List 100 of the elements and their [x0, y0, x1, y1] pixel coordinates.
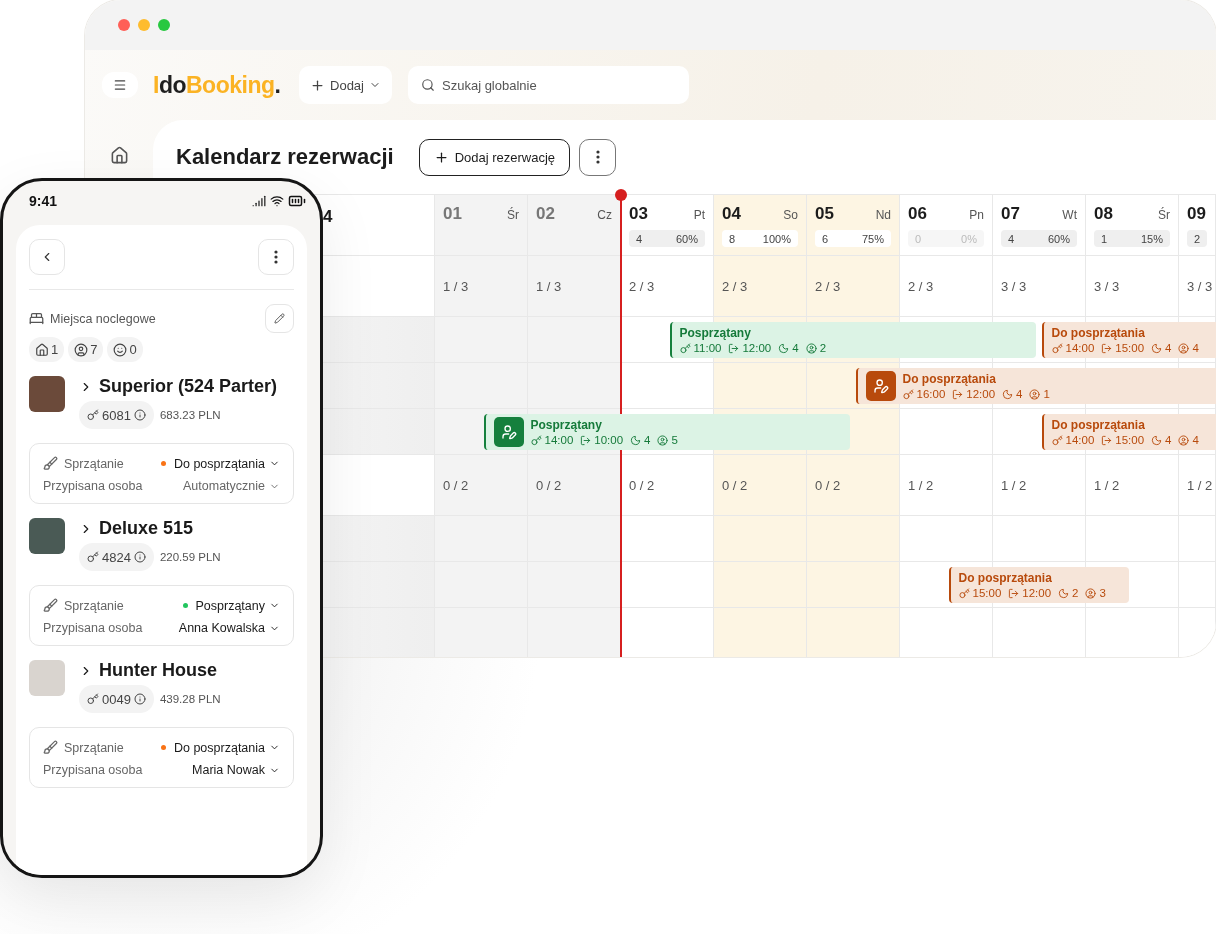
more-icon [274, 250, 278, 264]
weekday: Pn [969, 208, 984, 222]
checkout-time: 12:00 [742, 342, 772, 354]
checkout-time: 15:00 [1115, 434, 1145, 446]
availability-cell: 2 / 3 [807, 256, 900, 316]
reservation-status: Posprzątany [530, 418, 603, 432]
person-icon [657, 434, 669, 446]
minimize-icon[interactable] [138, 19, 150, 31]
nights-count: 2 [1072, 587, 1079, 599]
reservation-bar[interactable]: Posprzątany 14:00 10:00 4 5 [483, 414, 850, 450]
cleaning-label: Sprzątanie [64, 456, 124, 471]
exit-icon [1101, 342, 1113, 354]
maximize-icon[interactable] [158, 19, 170, 31]
pencil-icon [274, 313, 285, 324]
day-number: 03 [629, 204, 648, 224]
house-icon [35, 342, 49, 357]
availability-cell: 0 / 2 [528, 455, 621, 515]
search-field[interactable]: Szukaj globalnie [408, 66, 689, 104]
weekday: Pt [693, 208, 705, 222]
assignee-select[interactable]: Anna Kowalska [178, 621, 280, 635]
exit-icon [1008, 587, 1020, 599]
checkout-time: 12:00 [966, 388, 996, 400]
page-title: Kalendarz rezerwacji [176, 144, 394, 170]
reservation-bar[interactable]: Do posprzątania 16:00 12:00 4 1 [855, 368, 1216, 404]
moon-icon [1151, 434, 1163, 446]
guests-count: 4 [1192, 342, 1199, 354]
code-chip: 6081 [79, 401, 154, 429]
signal-icon [252, 194, 266, 208]
cleaning-status-select[interactable]: Posprzątany [182, 598, 280, 613]
stat-chip: 0 [107, 337, 143, 362]
weekday: So [783, 208, 798, 222]
moon-icon [1058, 587, 1070, 599]
close-icon[interactable] [118, 19, 130, 31]
logo: IdoBooking. [153, 71, 282, 99]
listing-price: 220.59 PLN [159, 551, 221, 563]
section-title: Miejsca noclegowe [50, 311, 156, 326]
key-icon [87, 409, 99, 421]
checkin-time: 14:00 [1065, 342, 1095, 354]
nights-count: 4 [1165, 342, 1172, 354]
menu-button[interactable] [102, 72, 138, 98]
add-reservation-button[interactable]: Dodaj rezerwację [418, 138, 571, 176]
key-icon [1051, 342, 1063, 354]
guests-count: 2 [819, 342, 827, 354]
edit-button[interactable] [265, 304, 294, 333]
person-icon [1178, 342, 1190, 354]
code-chip: 0049 [79, 685, 154, 713]
moon-icon [1151, 342, 1163, 354]
person-icon [1178, 434, 1190, 446]
person-icon [1085, 587, 1097, 599]
assignee-select[interactable]: Automatycznie [183, 479, 280, 493]
person-icon [805, 342, 817, 354]
cleaning-status-select[interactable]: Do posprzątania [160, 456, 280, 471]
wifi-icon [270, 194, 284, 208]
info-icon [133, 693, 146, 705]
availability-cell: 0 / 2 [714, 455, 807, 515]
listing-name[interactable]: Hunter House [79, 660, 221, 681]
availability-cell: 2 / 3 [714, 256, 807, 316]
status-time: 9:41 [29, 193, 58, 209]
assignee-select[interactable]: Maria Nowak [192, 763, 280, 777]
weekday: Cz [597, 208, 612, 222]
guests-count: 3 [1099, 587, 1106, 599]
checkin-time: 14:00 [544, 434, 574, 446]
home-icon[interactable] [109, 146, 129, 165]
exit-icon [728, 342, 740, 354]
occupancy-badge: 4 60% [1001, 230, 1077, 247]
listing-name[interactable]: Superior (524 Parter) [79, 376, 278, 397]
guests-count: 5 [671, 434, 678, 446]
checkin-time: 16:00 [916, 388, 946, 400]
reservation-bar[interactable]: Posprzątany 11:00 12:00 4 2 [669, 322, 1036, 358]
key-icon [958, 587, 970, 599]
exit-icon [580, 434, 592, 446]
reservation-status: Do posprzątania [1051, 326, 1146, 340]
moon-icon [1002, 388, 1014, 400]
cleaning-status-select[interactable]: Do posprzątania [160, 740, 280, 755]
reservation-bar[interactable]: Do posprzątania 15:00 12:00 2 3 [948, 567, 1129, 603]
listing-name[interactable]: Deluxe 515 [79, 518, 221, 539]
checkout-time: 15:00 [1115, 342, 1145, 354]
day-number: 09 [1187, 204, 1206, 224]
checkin-time: 14:00 [1065, 434, 1095, 446]
checkin-time: 11:00 [693, 342, 722, 354]
day-number: 02 [536, 204, 555, 224]
reservation-bar[interactable]: Do posprzątania 14:00 15:00 4 4 [1041, 322, 1216, 358]
more-button[interactable] [579, 138, 617, 176]
nights-count: 4 [1016, 388, 1023, 400]
key-icon [1051, 434, 1063, 446]
plus-icon [433, 149, 449, 165]
day-number: 04 [722, 204, 741, 224]
reservation-status: Do posprzątania [902, 372, 997, 386]
brush-icon [43, 456, 58, 471]
occupancy-badge: 8 100% [722, 230, 798, 247]
stat-chip: 7 [68, 337, 104, 362]
brush-icon [43, 740, 58, 755]
reservation-bar[interactable]: Do posprzątania 14:00 15:00 4 4 [1041, 414, 1216, 450]
add-button[interactable]: Dodaj [299, 66, 392, 104]
plus-icon [310, 77, 325, 93]
day-number: 08 [1094, 204, 1113, 224]
key-icon [87, 693, 99, 705]
exit-icon [952, 388, 964, 400]
assignee-label: Przypisana osoba [43, 763, 143, 777]
checkout-time: 10:00 [594, 434, 624, 446]
